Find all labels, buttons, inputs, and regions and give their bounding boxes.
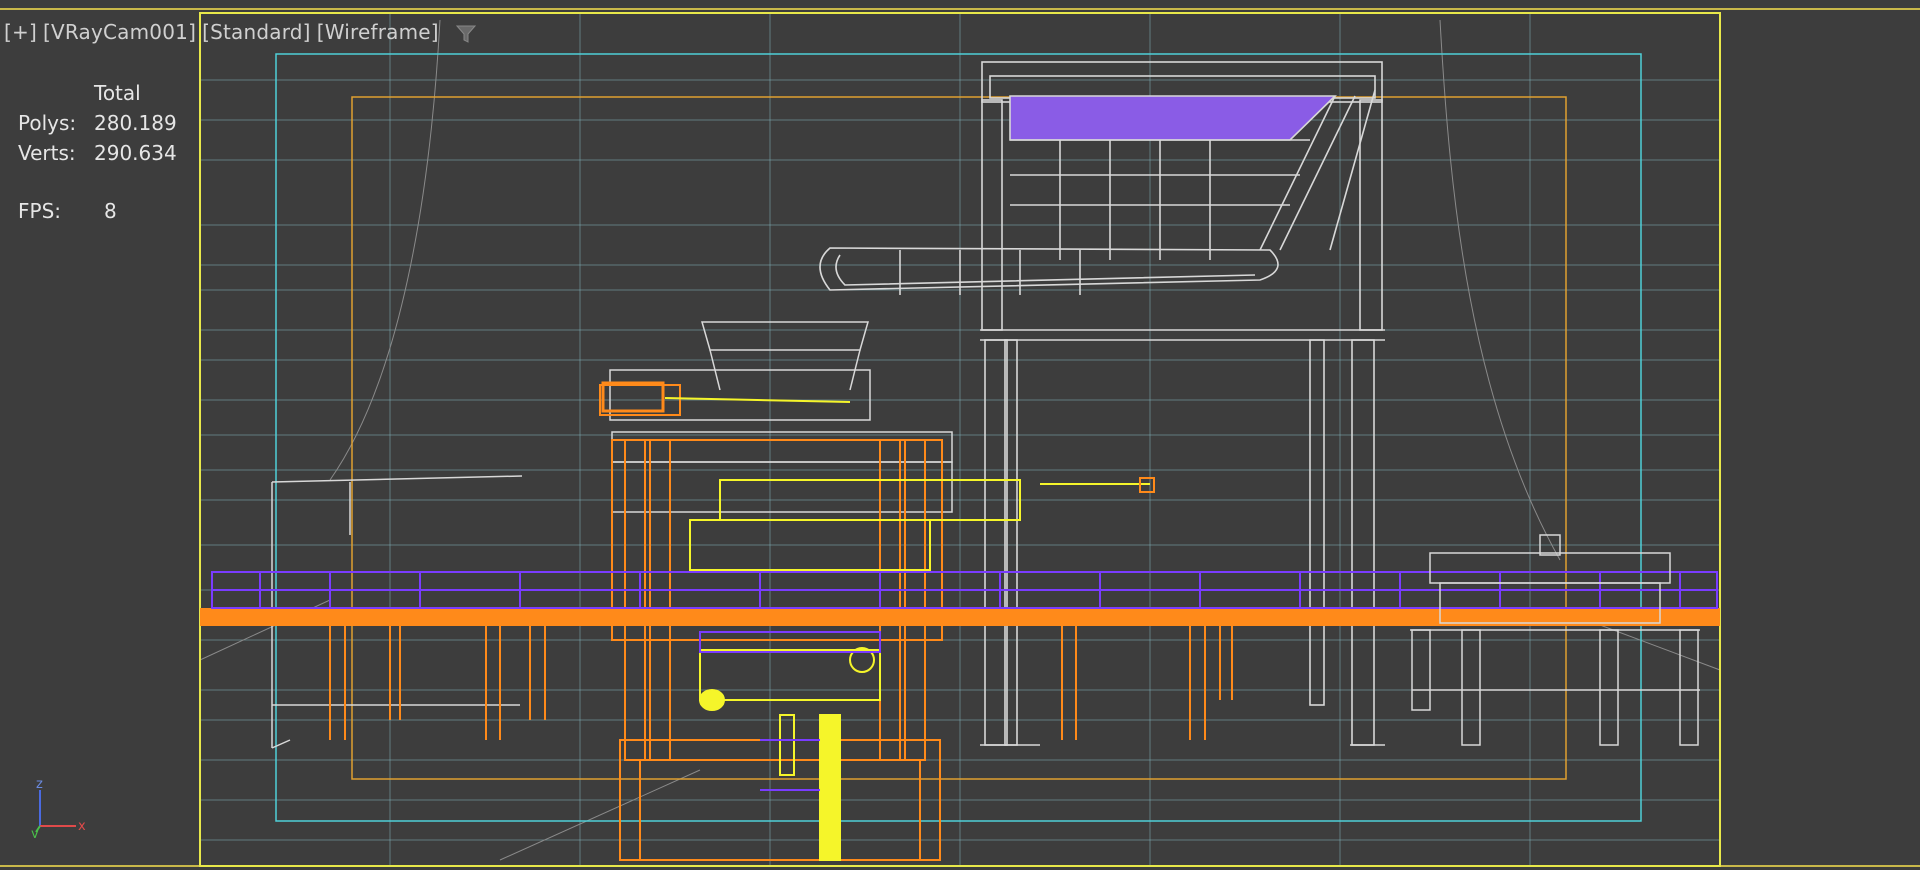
stats-polys-row: Polys: 280.189 [18,108,177,138]
fps-value: 8 [104,199,117,223]
stats-header: Total [94,81,141,105]
yellow-parts [664,397,1150,861]
viewport-display-wireframe[interactable]: [Wireframe] [317,20,439,44]
axis-tripod-icon: z y x [31,778,86,838]
axis-z-label: z [36,778,43,792]
purple-lower [699,631,881,791]
purple-rollers [211,571,1718,609]
polys-value: 280.189 [94,111,177,135]
axis-y-label: y [31,827,39,838]
verts-value: 290.634 [94,141,177,165]
safe-frame-action [275,53,1642,822]
viewport-label: [+] [VRayCam001] [Standard] [Wireframe] [4,20,477,45]
perspective-curve-left [329,19,441,481]
polys-label: Polys: [18,111,77,135]
scene-wireframe [0,8,1920,867]
funnel-icon[interactable] [455,23,477,45]
stats-overlay: Total Polys: 280.189 Verts: 290.634 FPS:… [18,78,177,226]
viewport-wireframe[interactable]: [+] [VRayCam001] [Standard] [Wireframe] Tot… [0,0,1920,870]
axis-x-label: x [78,819,86,834]
orange-motor [601,381,665,413]
grid-vertical [389,14,1531,866]
stats-fps-row: FPS: 8 [18,196,177,226]
stats-verts-row: Verts: 290.634 [18,138,177,168]
perspective-line-bottom [499,769,701,861]
safe-frame-title [351,96,1567,780]
viewport-shading-standard[interactable]: [Standard] [202,20,311,44]
verts-label: Verts: [18,141,76,165]
fps-label: FPS: [18,199,61,223]
viewport-menu-plus[interactable]: [+] [4,20,37,44]
viewport-camera-label[interactable]: [VRayCam001] [43,20,196,44]
